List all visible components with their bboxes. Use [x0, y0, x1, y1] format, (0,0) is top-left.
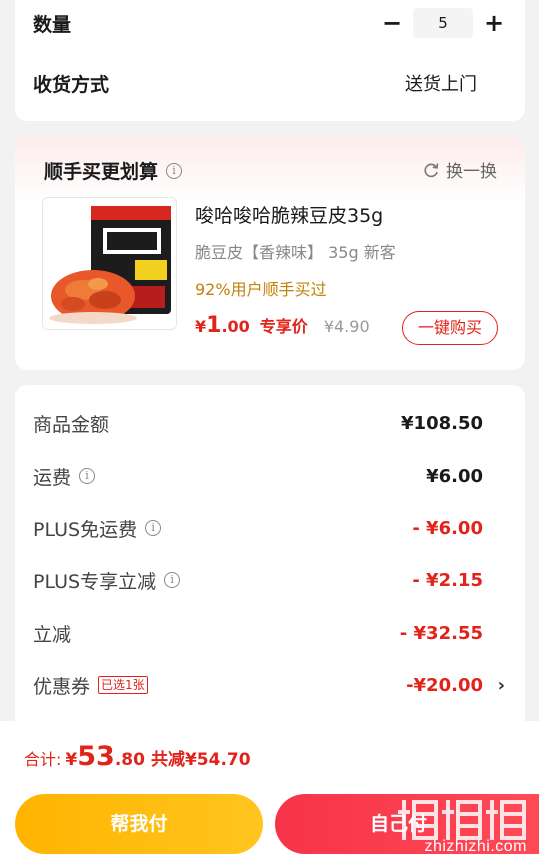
exclusive-price-tag: 专享价 — [259, 317, 308, 336]
coupon-selected-badge: 已选1张 — [98, 676, 148, 694]
info-icon[interactable]: i — [164, 572, 181, 588]
pay-for-me-button[interactable]: 帮我付 — [15, 794, 263, 854]
total-integer: 53 — [77, 741, 115, 772]
one-click-buy-button[interactable]: 一键购买 — [402, 311, 498, 345]
price-summary-card: 商品金额 ¥108.50 运费 i ¥6.00 PLUS免运费 i - ¥6.0… — [15, 385, 525, 735]
recommend-title-text: 顺手买更划算 — [44, 161, 159, 183]
summary-row-plus-free-shipping: PLUS免运费 i - ¥6.00 — [33, 513, 483, 543]
price-decimal: .00 — [221, 317, 250, 336]
snack-package-image — [43, 198, 176, 329]
total-currency: ¥ — [65, 750, 78, 770]
product-image[interactable] — [42, 197, 177, 330]
total-decimal: .80 — [114, 750, 145, 770]
summary-value: - ¥6.00 — [412, 517, 483, 539]
summary-label: 商品金额 — [33, 413, 110, 436]
swap-label: 换一换 — [446, 162, 497, 182]
quantity-row: 数量 − 5 + — [33, 8, 507, 38]
summary-label: PLUS免运费 — [33, 518, 138, 541]
summary-row-shipping: 运费 i ¥6.00 — [33, 461, 483, 491]
info-icon[interactable]: i — [145, 520, 162, 536]
total-label: 合计: — [24, 750, 62, 769]
recommend-card: 顺手买更划算 i 换一换 唆哈唆哈脆辣豆皮35g 脆豆皮【香辣味】 35g 新客… — [15, 137, 525, 370]
delivery-row[interactable]: 收货方式 送货上门 — [33, 68, 507, 98]
summary-row-coupon[interactable]: 优惠券 已选1张 -¥20.00 › — [33, 670, 505, 700]
quantity-input[interactable]: 5 — [413, 8, 473, 38]
summary-label: 运费 — [33, 466, 72, 489]
summary-value: - ¥2.15 — [412, 569, 483, 591]
price-currency: ¥ — [195, 317, 207, 336]
decrease-button[interactable]: − — [379, 10, 405, 36]
original-price: ¥4.90 — [323, 317, 370, 336]
quantity-label: 数量 — [33, 13, 72, 36]
product-price: ¥ 1 .00 专享价 ¥4.90 — [195, 313, 370, 338]
refresh-icon — [424, 162, 439, 177]
recommend-title: 顺手买更划算 i — [44, 157, 183, 184]
summary-value: - ¥32.55 — [399, 622, 483, 644]
order-info-card: 数量 − 5 + 收货方式 送货上门 — [15, 0, 525, 121]
summary-value: ¥6.00 — [426, 465, 483, 487]
summary-row-goods-amount: 商品金额 ¥108.50 — [33, 408, 483, 438]
swap-button[interactable]: 换一换 — [422, 157, 497, 182]
info-icon[interactable]: i — [166, 162, 183, 179]
price-integer: 1 — [206, 313, 222, 338]
product-bought-rate: 92%用户顺手买过 — [195, 280, 327, 299]
order-total: 合计: ¥ 53 .80 共减¥54.70 — [24, 741, 251, 772]
summary-label: PLUS专享立减 — [33, 570, 157, 593]
info-icon[interactable]: i — [79, 468, 96, 484]
chevron-right-icon[interactable]: › — [498, 675, 505, 696]
total-saved: 共减¥54.70 — [150, 750, 251, 770]
delivery-label: 收货方式 — [33, 73, 110, 96]
summary-row-plus-discount: PLUS专享立减 i - ¥2.15 — [33, 565, 483, 595]
increase-button[interactable]: + — [481, 10, 507, 36]
summary-value: -¥20.00 — [406, 674, 483, 696]
product-spec: 脆豆皮【香辣味】 35g 新客 — [195, 243, 396, 262]
watermark-text: zhizhizhi.com — [424, 838, 527, 855]
summary-label: 优惠券 — [33, 675, 91, 698]
product-name[interactable]: 唆哈唆哈脆辣豆皮35g — [195, 201, 383, 228]
summary-row-instant-discount: 立减 - ¥32.55 — [33, 618, 483, 648]
quantity-stepper: − 5 + — [379, 8, 507, 38]
summary-label: 立减 — [33, 623, 72, 646]
summary-value: ¥108.50 — [401, 412, 483, 434]
delivery-value[interactable]: 送货上门 — [405, 70, 477, 96]
